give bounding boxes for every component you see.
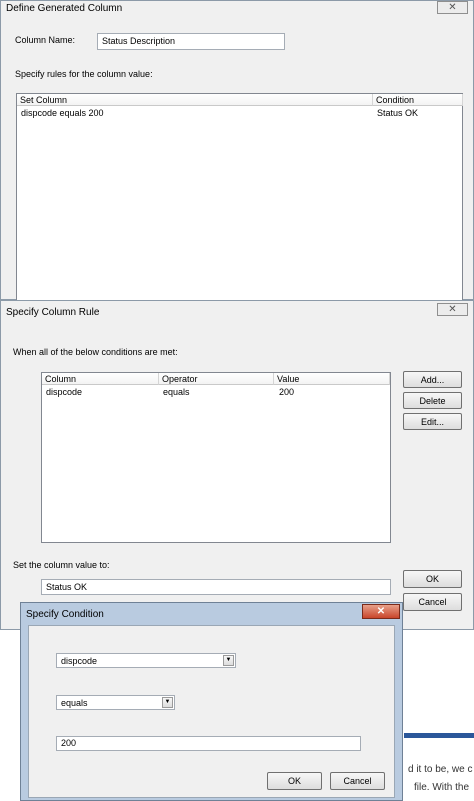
column-cell: dispcode	[46, 387, 83, 397]
delete-button[interactable]: Delete	[403, 392, 462, 409]
chevron-down-icon[interactable]: ▼	[162, 697, 173, 708]
set-value-label: Set the column value to:	[13, 560, 110, 570]
operator-select-value: equals	[61, 698, 88, 708]
condition-cell: Status OK	[377, 108, 419, 118]
dialog-title: Specify Condition	[26, 609, 104, 620]
column-select-value: dispcode	[61, 656, 98, 666]
close-icon: ✕	[448, 2, 457, 13]
close-button[interactable]: ✕	[362, 604, 400, 619]
operator-select[interactable]: equals ▼	[56, 695, 175, 710]
set-value-input[interactable]: Status OK	[41, 579, 391, 595]
column-name-label: Column Name:	[15, 35, 76, 45]
rules-list[interactable]: Set Column Condition dispcode equals 200…	[16, 93, 463, 303]
cancel-button[interactable]: Cancel	[403, 593, 462, 611]
dialog-title: Specify Column Rule	[6, 307, 100, 318]
close-icon: ✕	[376, 606, 386, 617]
column-name-input[interactable]: Status Description	[97, 33, 285, 50]
table-row[interactable]: dispcode equals 200 Status OK	[17, 107, 462, 120]
table-row[interactable]: dispcode equals 200	[42, 386, 390, 399]
column-header-column[interactable]: Column	[42, 373, 159, 385]
dialog-client-area: dispcode ▼ equals ▼ 200 OK Cancel	[28, 625, 395, 798]
add-button[interactable]: Add...	[403, 371, 462, 388]
close-icon: ✕	[448, 304, 457, 315]
column-header-set-column[interactable]: Set Column	[17, 94, 373, 106]
conditions-label: When all of the below conditions are met…	[13, 347, 178, 357]
dialog-title: Define Generated Column	[6, 3, 123, 14]
close-button[interactable]: ✕	[437, 1, 468, 14]
specify-condition-dialog: Specify Condition ✕ dispcode ▼ equals ▼ …	[20, 602, 403, 801]
edit-button[interactable]: Edit...	[403, 413, 462, 430]
taskbar-strip	[404, 733, 474, 738]
specify-column-rule-dialog: Specify Column Rule ✕ When all of the be…	[0, 300, 474, 630]
close-button[interactable]: ✕	[437, 303, 468, 316]
column-header-condition[interactable]: Condition	[373, 94, 463, 106]
ok-button[interactable]: OK	[267, 772, 322, 790]
condition-value-input[interactable]: 200	[56, 736, 361, 751]
value-cell: 200	[279, 387, 295, 397]
define-generated-column-dialog: Define Generated Column ✕ Column Name: S…	[0, 0, 474, 303]
operator-cell: equals	[163, 387, 190, 397]
background-text-2: file. With the	[414, 782, 470, 793]
ok-button[interactable]: OK	[403, 570, 462, 588]
chevron-down-icon[interactable]: ▼	[223, 655, 234, 666]
rules-label: Specify rules for the column value:	[15, 69, 153, 79]
column-select[interactable]: dispcode ▼	[56, 653, 236, 668]
set-column-cell: dispcode equals 200	[21, 108, 104, 118]
cancel-button[interactable]: Cancel	[330, 772, 385, 790]
column-header-value[interactable]: Value	[274, 373, 390, 385]
conditions-list[interactable]: Column Operator Value dispcode equals 20…	[41, 372, 391, 543]
column-header-operator[interactable]: Operator	[159, 373, 274, 385]
background-text-1: d it to be, we c	[408, 764, 473, 775]
